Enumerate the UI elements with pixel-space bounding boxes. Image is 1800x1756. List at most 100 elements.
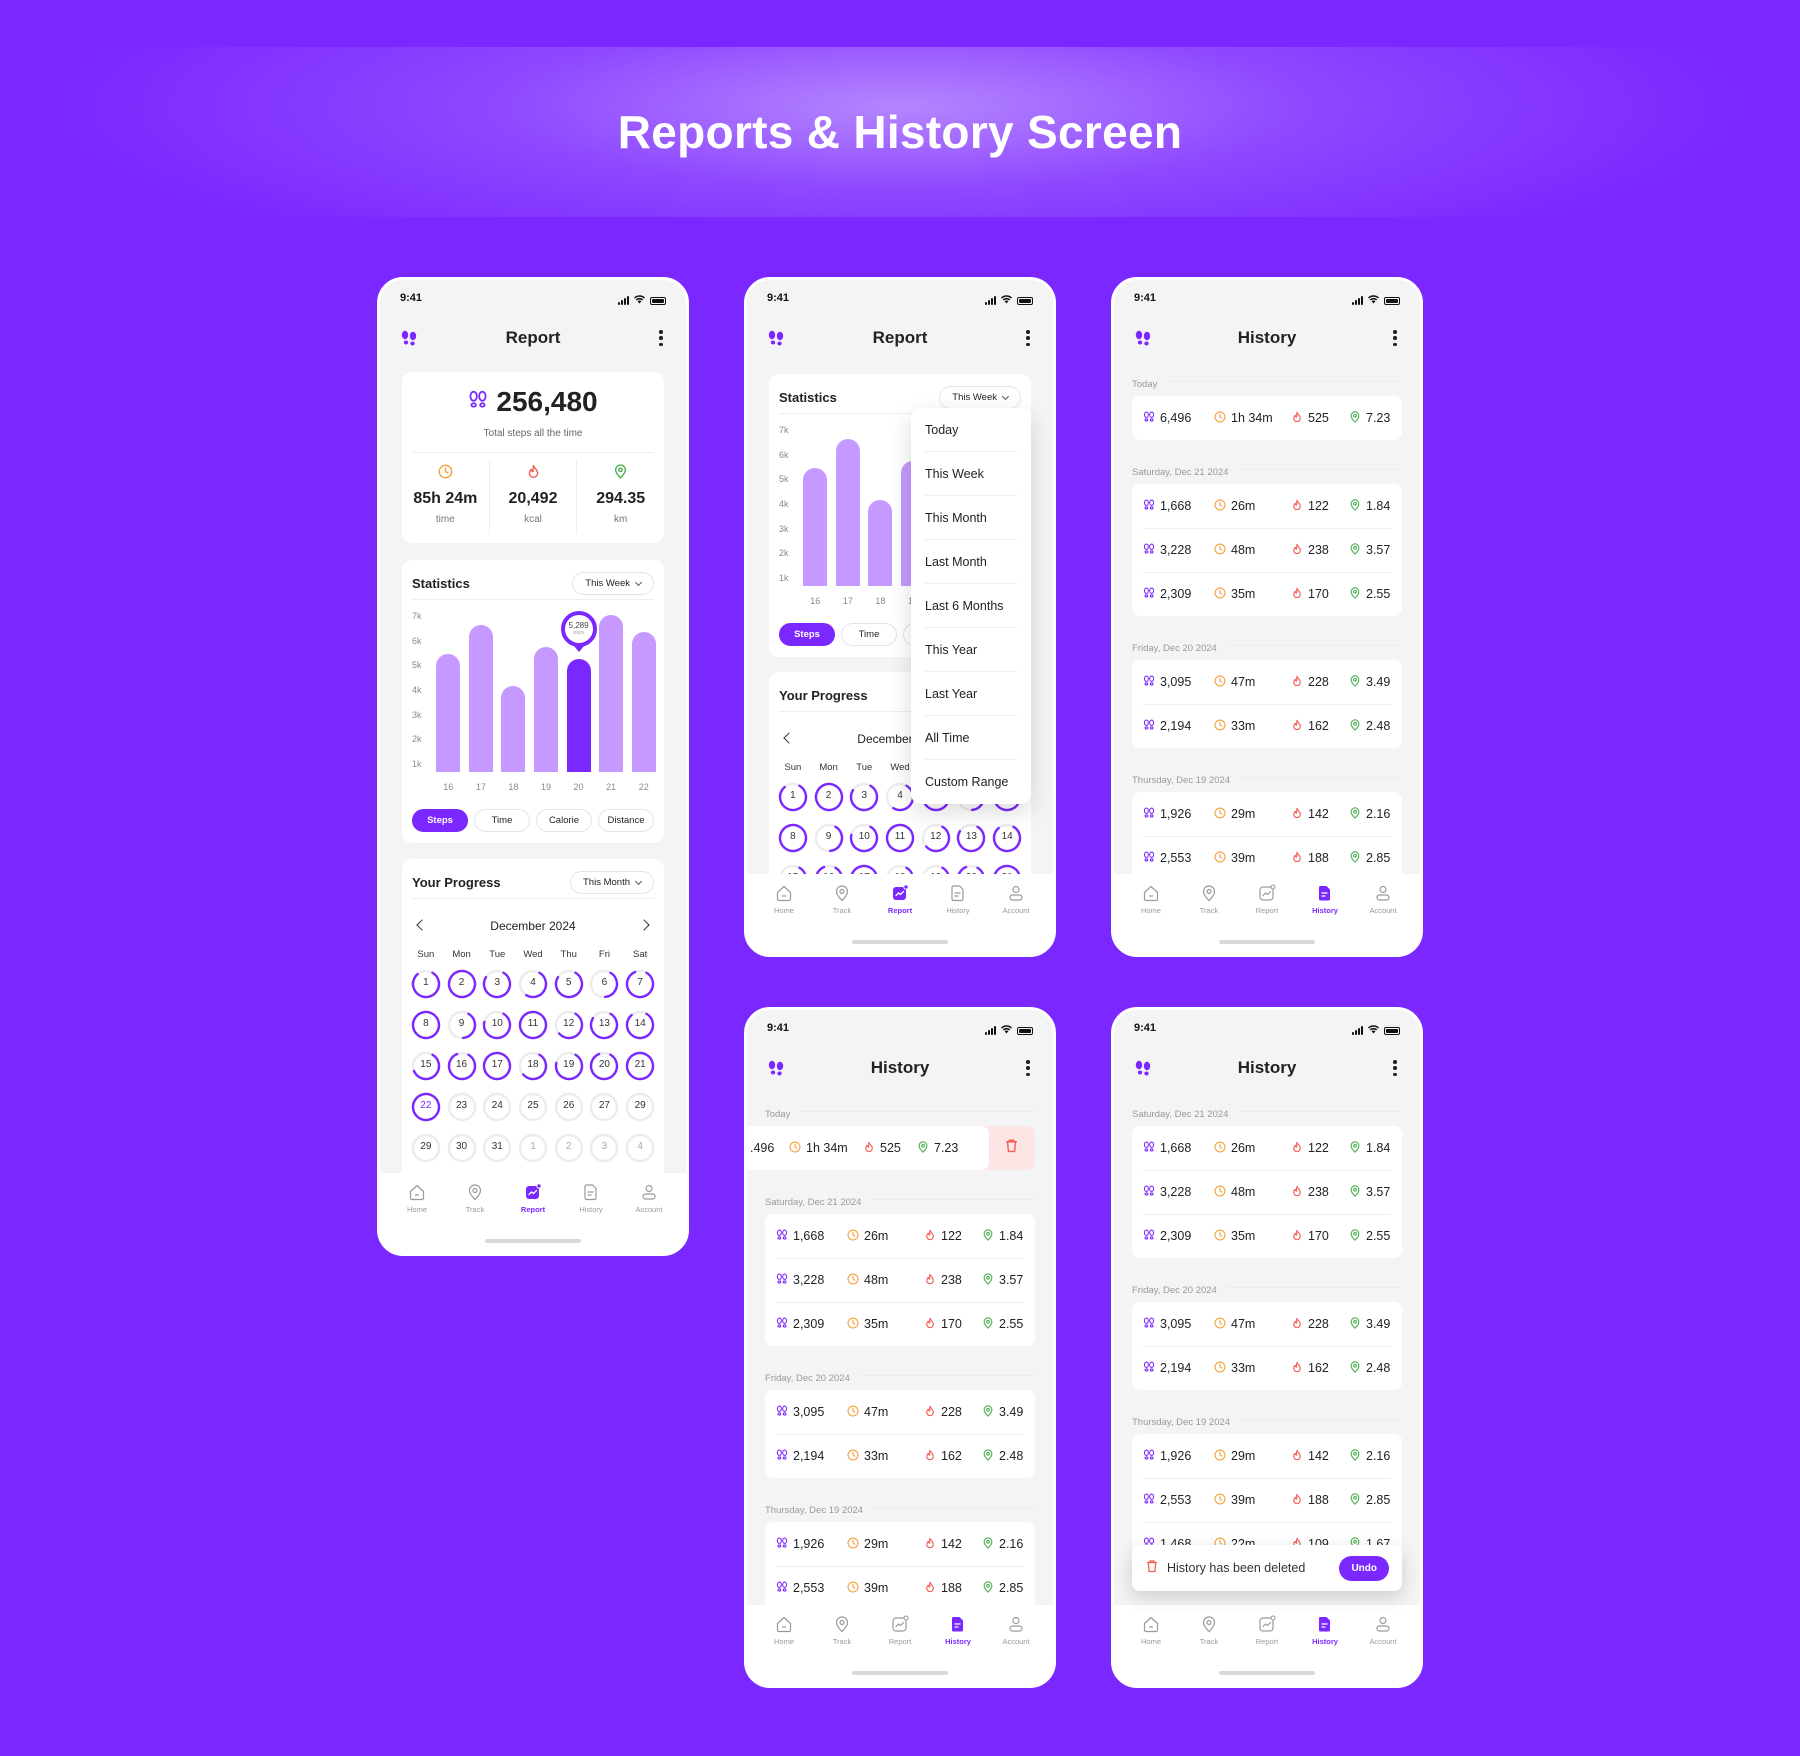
calendar-day[interactable]: 8 (775, 823, 811, 853)
calendar-day[interactable]: 9 (444, 1010, 480, 1040)
calendar-day[interactable]: 4 (622, 1133, 658, 1163)
calendar-day[interactable]: 29 (622, 1092, 658, 1122)
calendar-day[interactable]: 14 (622, 1010, 658, 1040)
nav-item-track[interactable]: Track (1180, 1613, 1238, 1646)
history-row[interactable]: 3,095 47m 228 3.49 (1132, 1302, 1402, 1346)
bar-18[interactable] (868, 500, 893, 586)
bar-17[interactable] (835, 438, 860, 586)
bar-19[interactable] (533, 646, 559, 772)
period-dropdown[interactable]: This Week (572, 572, 654, 595)
calendar-day[interactable]: 30 (444, 1133, 480, 1163)
history-row[interactable]: 3,228 48m 238 3.57 (765, 1258, 1035, 1302)
bar-17[interactable] (468, 624, 493, 772)
more-options-icon[interactable] (1392, 328, 1398, 348)
history-row[interactable]: 6,496 1h 34m 525 7.23 (1132, 396, 1402, 440)
bar-18[interactable] (501, 686, 526, 772)
nav-item-account[interactable]: Account (987, 1613, 1045, 1646)
nav-item-track[interactable]: Track (1180, 882, 1238, 915)
nav-item-report[interactable]: Report (1238, 1613, 1296, 1646)
calendar-day[interactable]: 21 (622, 1051, 658, 1081)
undo-button[interactable]: Undo (1339, 1555, 1389, 1581)
bar-20[interactable] (566, 659, 591, 772)
history-row[interactable]: 1,926 29m 142 2.16 (765, 1522, 1035, 1566)
dropdown-option[interactable]: Last Month (925, 540, 1017, 584)
calendar-day[interactable]: 14 (989, 823, 1025, 853)
history-row[interactable]: 1,926 29m 142 2.16 (1132, 792, 1402, 836)
history-row[interactable]: 2,194 33m 162 2.48 (1132, 1346, 1402, 1390)
calendar-day[interactable]: 24 (479, 1092, 515, 1122)
nav-item-home[interactable]: Home (755, 882, 813, 915)
nav-item-history[interactable]: History (1296, 1613, 1354, 1646)
calendar-day[interactable]: 3 (479, 969, 515, 999)
calendar-day[interactable]: 2 (811, 782, 847, 812)
history-row[interactable]: 2,553 39m 188 2.85 (765, 1566, 1035, 1610)
tab-calorie[interactable]: Calorie (536, 809, 592, 832)
calendar-day[interactable]: 12 (551, 1010, 587, 1040)
calendar-day[interactable]: 3 (846, 782, 882, 812)
calendar-day[interactable]: 9 (811, 823, 847, 853)
dropdown-option[interactable]: Last Year (925, 672, 1017, 716)
calendar-day[interactable]: 20 (587, 1051, 623, 1081)
nav-item-track[interactable]: Track (446, 1181, 504, 1214)
calendar-day[interactable]: 1 (408, 969, 444, 999)
nav-item-account[interactable]: Account (1354, 1613, 1412, 1646)
nav-item-history[interactable]: History (929, 1613, 987, 1646)
history-row[interactable]: 1,668 26m 122 1.84 (765, 1214, 1035, 1258)
more-options-icon[interactable] (1025, 1058, 1031, 1078)
calendar-day[interactable]: 1 (775, 782, 811, 812)
calendar-day[interactable]: 27 (587, 1092, 623, 1122)
dropdown-option[interactable]: All Time (925, 716, 1017, 760)
calendar-day[interactable]: 13 (587, 1010, 623, 1040)
nav-item-account[interactable]: Account (1354, 882, 1412, 915)
tab-steps[interactable]: Steps (412, 809, 468, 832)
nav-item-home[interactable]: Home (1122, 1613, 1180, 1646)
nav-item-home[interactable]: Home (388, 1181, 446, 1214)
calendar-day[interactable]: 10 (846, 823, 882, 853)
calendar-day[interactable]: 11 (882, 823, 918, 853)
period-dropdown[interactable]: This Week (939, 386, 1021, 409)
calendar-day[interactable]: 19 (551, 1051, 587, 1081)
tab-steps[interactable]: Steps (779, 623, 835, 646)
nav-item-track[interactable]: Track (813, 1613, 871, 1646)
dropdown-option[interactable]: Last 6 Months (925, 584, 1017, 628)
tab-time[interactable]: Time (474, 809, 530, 832)
nav-item-track[interactable]: Track (813, 882, 871, 915)
calendar-day[interactable]: 1 (515, 1133, 551, 1163)
more-options-icon[interactable] (1392, 1058, 1398, 1078)
calendar-day[interactable]: 2 (551, 1133, 587, 1163)
nav-item-home[interactable]: Home (1122, 882, 1180, 915)
bar-21[interactable] (599, 614, 624, 772)
calendar-day[interactable]: 12 (918, 823, 954, 853)
history-row[interactable]: 2,194 33m 162 2.48 (765, 1434, 1035, 1478)
calendar-day[interactable]: 11 (515, 1010, 551, 1040)
calendar-day[interactable]: 5 (551, 969, 587, 999)
calendar-day[interactable]: 26 (551, 1092, 587, 1122)
nav-item-report[interactable]: Report (871, 882, 929, 915)
history-row[interactable]: 2,309 35m 170 2.55 (765, 1302, 1035, 1346)
history-row[interactable]: 1,668 26m 122 1.84 (1132, 1126, 1402, 1170)
history-row[interactable]: 3,228 48m 238 3.57 (1132, 1170, 1402, 1214)
nav-item-history[interactable]: History (929, 882, 987, 915)
calendar-day[interactable]: 7 (622, 969, 658, 999)
more-options-icon[interactable] (1025, 328, 1031, 348)
nav-item-history[interactable]: History (1296, 882, 1354, 915)
history-row[interactable]: 2,309 35m 170 2.55 (1132, 572, 1402, 616)
dropdown-option[interactable]: Today (925, 408, 1017, 452)
bar-22[interactable] (631, 632, 656, 772)
calendar-day[interactable]: 15 (408, 1051, 444, 1081)
history-row[interactable]: 1,668 26m 122 1.84 (1132, 484, 1402, 528)
history-row[interactable]: 2,309 35m 170 2.55 (1132, 1214, 1402, 1258)
nav-item-account[interactable]: Account (987, 882, 1045, 915)
calendar-day[interactable]: 8 (408, 1010, 444, 1040)
calendar-day[interactable]: 31 (479, 1133, 515, 1163)
history-row[interactable]: 3,095 47m 228 3.49 (765, 1390, 1035, 1434)
dropdown-option[interactable]: This Week (925, 452, 1017, 496)
nav-item-report[interactable]: Report (504, 1181, 562, 1214)
history-row[interactable]: 2,553 39m 188 2.85 (1132, 1478, 1402, 1522)
bar-16[interactable] (436, 654, 461, 772)
calendar-day[interactable]: 2 (444, 969, 480, 999)
calendar-day[interactable]: 25 (515, 1092, 551, 1122)
nav-item-home[interactable]: Home (755, 1613, 813, 1646)
calendar-day[interactable]: 3 (587, 1133, 623, 1163)
progress-period-dropdown[interactable]: This Month (570, 871, 654, 894)
